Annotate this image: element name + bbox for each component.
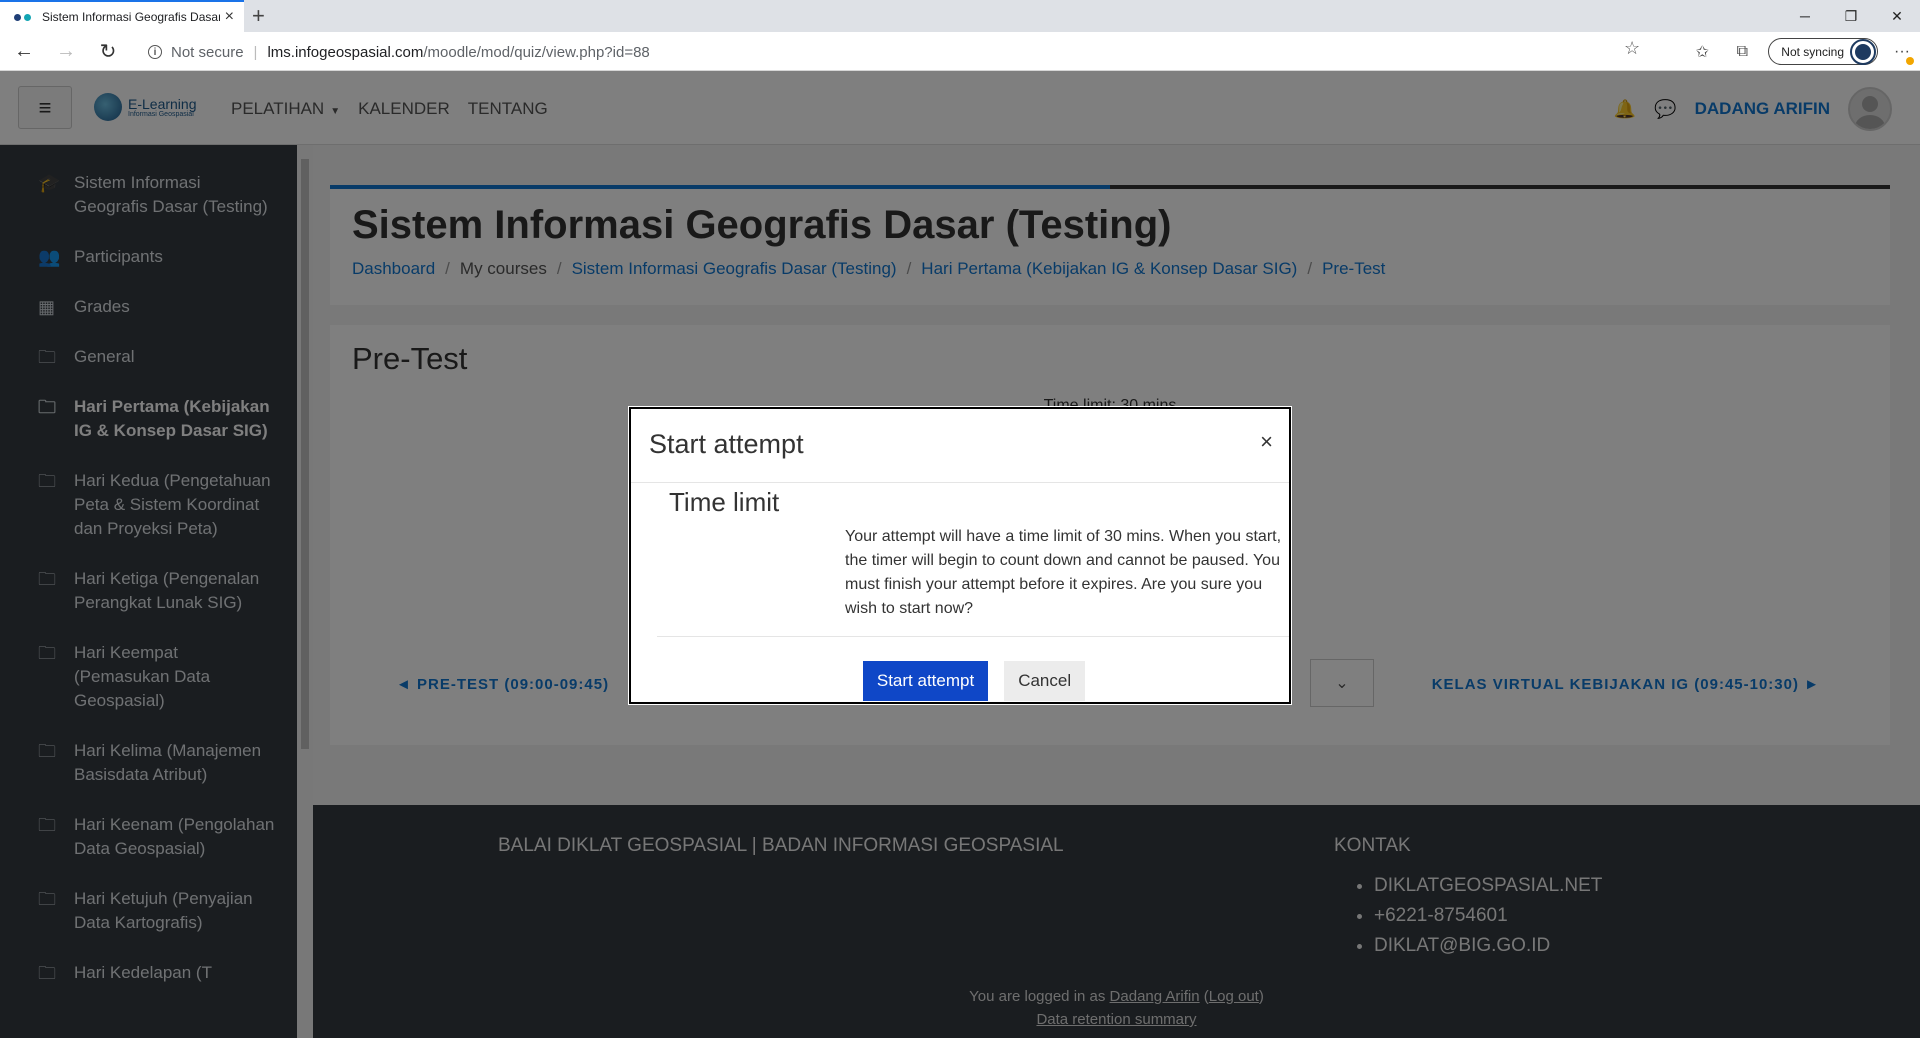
toolbar-right: ✩ ⧉ Not syncing ···: [1682, 32, 1920, 71]
dialog-header: Start attempt ×: [631, 409, 1289, 483]
browser-toolbar: ← → ↻ i Not secure | lms.infogeospasial.…: [0, 32, 1920, 71]
info-icon[interactable]: i: [148, 45, 162, 59]
favorite-star-icon[interactable]: ☆: [1624, 38, 1640, 59]
new-tab-button[interactable]: +: [252, 3, 265, 29]
collections-icon[interactable]: ⧉: [1722, 43, 1762, 61]
window-close-icon[interactable]: ✕: [1874, 0, 1920, 32]
time-limit-heading: Time limit: [669, 487, 780, 517]
restore-icon[interactable]: ❐: [1828, 0, 1874, 32]
site-favicon-icon: [14, 12, 32, 22]
tab-title: Sistem Informasi Geografis Dasar: [42, 10, 220, 24]
profile-avatar-icon: [1850, 38, 1876, 65]
dialog-title: Start attempt: [649, 429, 804, 459]
window-controls: ─ ❐ ✕: [1782, 0, 1920, 32]
time-limit-message: Your attempt will have a time limit of 3…: [845, 528, 1282, 617]
url-path[interactable]: /moodle/mod/quiz/view.php?id=88: [423, 44, 649, 61]
dialog-body: Time limit Your attempt will have a time…: [631, 483, 1289, 637]
dialog-footer: Start attempt Cancel: [631, 661, 1289, 701]
refresh-icon[interactable]: ↻: [90, 33, 126, 69]
more-menu-icon[interactable]: ···: [1884, 43, 1920, 65]
address-bar[interactable]: i Not secure | lms.infogeospasial.com/mo…: [148, 37, 1638, 67]
cancel-button[interactable]: Cancel: [1004, 661, 1086, 701]
close-icon[interactable]: ×: [1260, 429, 1273, 455]
favorites-list-icon[interactable]: ✩: [1682, 42, 1722, 62]
notification-dot-icon: [1906, 56, 1914, 65]
start-attempt-button[interactable]: Start attempt: [862, 661, 989, 701]
security-label[interactable]: Not secure: [171, 44, 244, 61]
sync-label: Not syncing: [1781, 44, 1844, 59]
browser-tab[interactable]: Sistem Informasi Geografis Dasar ×: [0, 0, 244, 32]
sync-status-button[interactable]: Not syncing: [1768, 38, 1878, 65]
back-arrow-icon[interactable]: ←: [6, 33, 42, 69]
dialog-divider: [657, 636, 1289, 637]
browser-tab-bar: Sistem Informasi Geografis Dasar × + ─ ❐…: [0, 0, 1920, 32]
address-separator: |: [253, 43, 258, 61]
tab-close-icon[interactable]: ×: [225, 8, 234, 26]
minimize-icon[interactable]: ─: [1782, 0, 1828, 32]
url-host[interactable]: lms.infogeospasial.com: [267, 44, 423, 61]
start-attempt-dialog: Start attempt × Time limit Your attempt …: [629, 407, 1291, 704]
forward-arrow-icon[interactable]: →: [48, 33, 84, 69]
